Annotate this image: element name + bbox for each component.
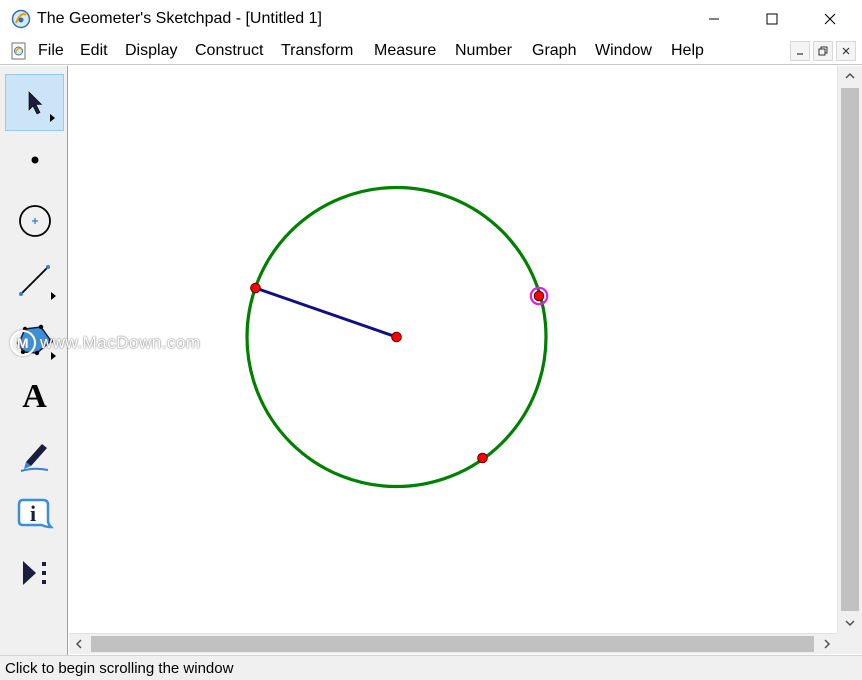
menu-help[interactable]: Help — [671, 42, 704, 60]
minimize-icon — [797, 53, 803, 55]
selection-arrow-tool[interactable] — [5, 74, 64, 131]
vertical-scrollbar[interactable] — [837, 66, 862, 633]
straightedge-tool[interactable] — [5, 251, 64, 308]
point-on-circle-left[interactable] — [250, 282, 261, 294]
point-tool[interactable] — [5, 131, 64, 188]
information-tool[interactable]: i — [5, 485, 64, 542]
doc-close-button[interactable] — [836, 41, 856, 61]
tool-submenu-arrow-icon — [50, 114, 55, 122]
restore-icon — [818, 46, 828, 56]
point-icon — [31, 156, 38, 163]
menu-construct[interactable]: Construct — [195, 42, 263, 60]
menu-file[interactable]: File — [38, 42, 64, 60]
scroll-down-arrow[interactable] — [838, 613, 862, 633]
text-a-icon: A — [22, 377, 47, 415]
tool-submenu-arrow-icon — [51, 292, 56, 300]
horizontal-scrollbar[interactable] — [69, 633, 837, 654]
document-icon[interactable] — [10, 42, 28, 60]
info-icon: i — [17, 498, 54, 528]
close-icon — [824, 13, 836, 25]
toolbox: A i — [0, 66, 68, 656]
polygon-tool[interactable] — [5, 311, 64, 368]
custom-tool[interactable] — [5, 544, 64, 601]
menu-display[interactable]: Display — [125, 42, 177, 60]
segment-radius[interactable] — [255, 286, 397, 339]
sketch-drawing — [245, 185, 549, 489]
circle-icon — [18, 204, 51, 237]
chevron-up-icon — [845, 72, 855, 79]
status-text: Click to begin scrolling the window — [5, 660, 234, 677]
scrollbar-corner — [837, 633, 862, 654]
menu-edit[interactable]: Edit — [80, 42, 108, 60]
svg-text:i: i — [29, 501, 35, 526]
marker-tool[interactable] — [5, 426, 64, 483]
doc-restore-button[interactable] — [813, 41, 833, 61]
play-menu-icon — [22, 560, 46, 585]
compass-tool[interactable] — [5, 192, 64, 249]
maximize-icon — [766, 13, 778, 25]
sketchpad-app-icon — [11, 9, 31, 29]
chevron-right-icon — [824, 639, 831, 649]
vertical-scroll-thumb[interactable] — [841, 88, 859, 611]
menu-measure[interactable]: Measure — [374, 42, 436, 60]
status-bar: Click to begin scrolling the window — [0, 655, 862, 680]
horizontal-scroll-thumb[interactable] — [91, 636, 814, 652]
polygon-icon — [16, 324, 53, 355]
scroll-up-arrow[interactable] — [838, 66, 862, 86]
menu-bar: File Edit Display Construct Transform Me… — [0, 38, 862, 65]
minimize-button[interactable] — [684, 0, 744, 38]
line-segment-icon — [18, 264, 50, 296]
sketch-canvas[interactable] — [69, 66, 837, 633]
menu-transform[interactable]: Transform — [281, 42, 353, 60]
center-point[interactable] — [391, 331, 402, 343]
marker-pen-icon — [20, 443, 48, 472]
menu-graph[interactable]: Graph — [532, 42, 576, 60]
menu-number[interactable]: Number — [455, 42, 512, 60]
title-bar: The Geometer's Sketchpad - [Untitled 1] — [0, 0, 862, 38]
close-button[interactable] — [800, 0, 860, 38]
scroll-left-arrow[interactable] — [69, 634, 89, 654]
point-on-circle-right[interactable] — [533, 290, 545, 302]
window-title: The Geometer's Sketchpad - [Untitled 1] — [37, 10, 322, 27]
close-icon — [842, 47, 850, 55]
text-tool[interactable]: A — [5, 368, 64, 425]
chevron-down-icon — [845, 620, 855, 627]
chevron-left-icon — [75, 639, 82, 649]
scroll-right-arrow[interactable] — [817, 634, 837, 654]
minimize-icon — [709, 18, 719, 20]
arrow-pointer-icon — [28, 90, 42, 114]
menu-window[interactable]: Window — [595, 42, 652, 60]
point-on-circle-bottom[interactable] — [477, 452, 488, 464]
maximize-button[interactable] — [742, 0, 802, 38]
tool-submenu-arrow-icon — [51, 352, 56, 360]
doc-minimize-button[interactable] — [790, 41, 810, 61]
